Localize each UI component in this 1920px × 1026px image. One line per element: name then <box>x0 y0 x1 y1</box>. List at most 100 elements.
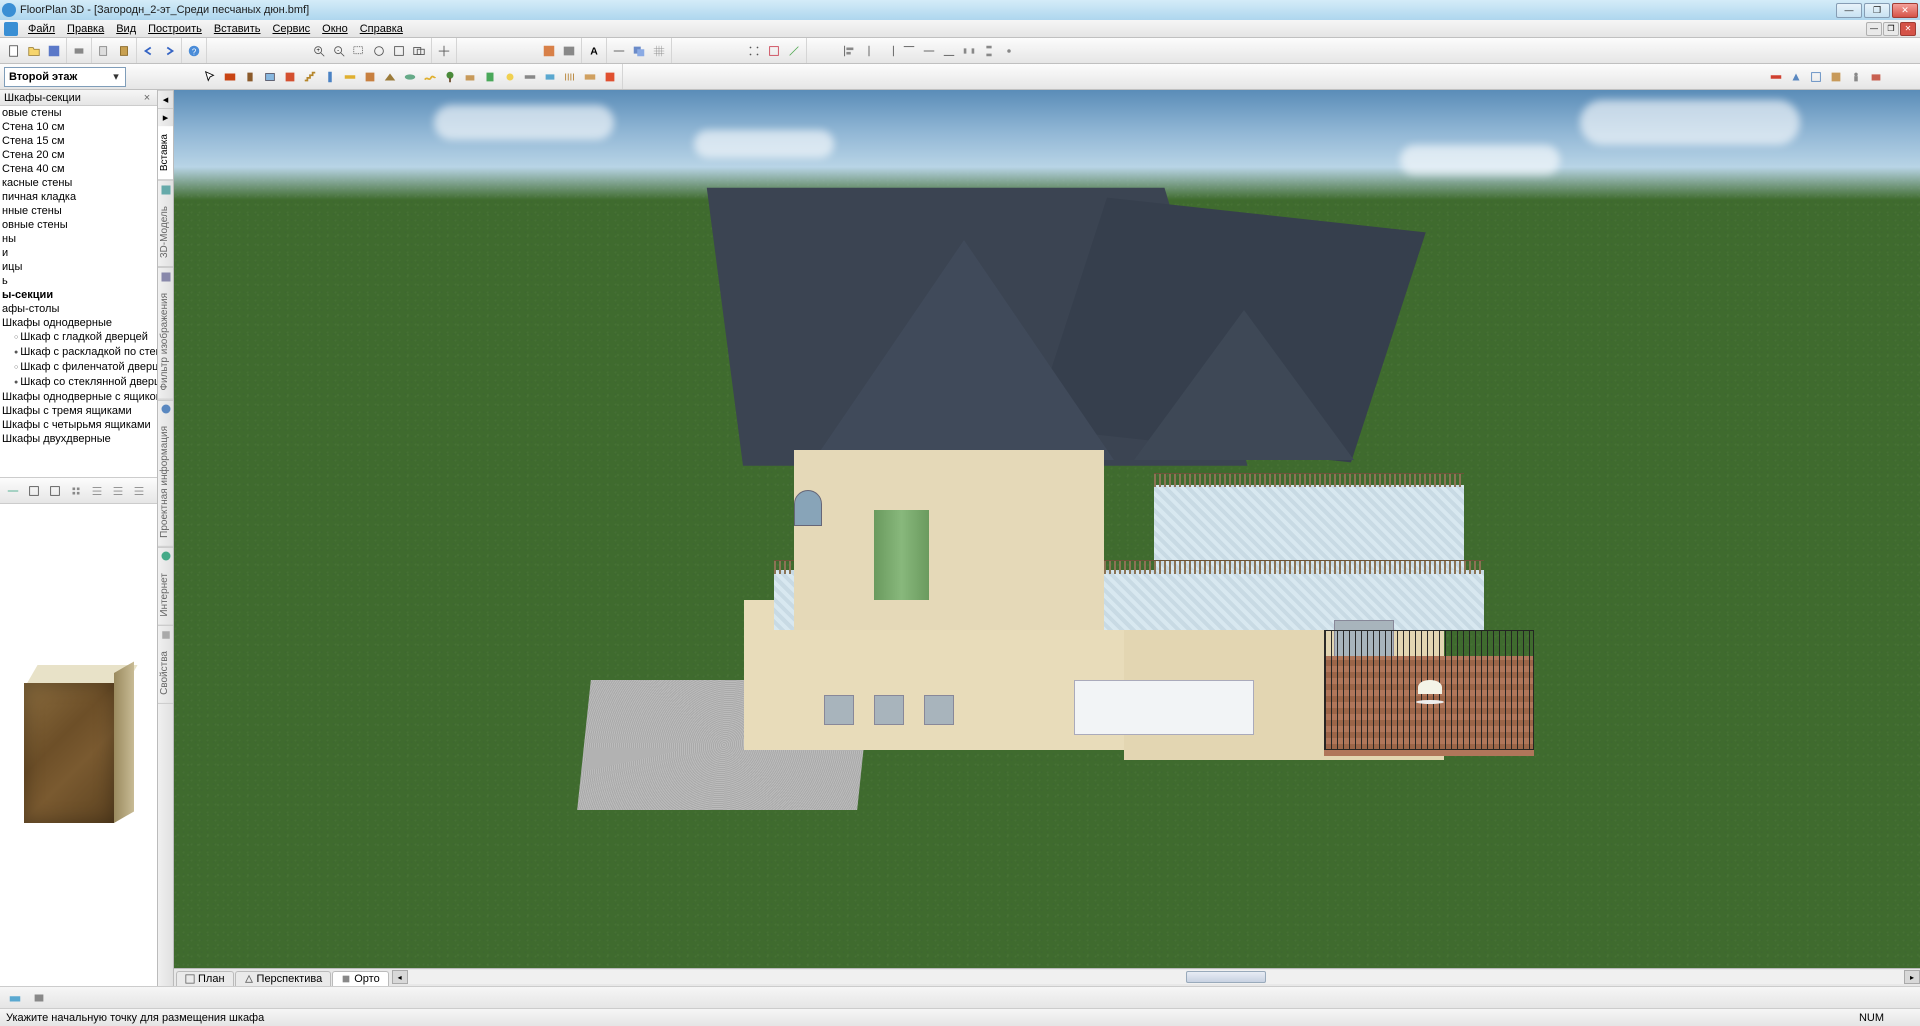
catalog-tool-7[interactable] <box>130 482 148 500</box>
view-elevation-button[interactable] <box>1807 68 1825 86</box>
snap-angle-button[interactable] <box>785 42 803 60</box>
menu-build[interactable]: Построить <box>142 22 208 36</box>
menu-help[interactable]: Справка <box>354 22 409 36</box>
catalog-item[interactable]: овные стены <box>0 218 157 232</box>
catalog-tool-5[interactable] <box>88 482 106 500</box>
catalog-item[interactable]: афы-столы <box>0 302 157 316</box>
wall-tool[interactable] <box>221 68 239 86</box>
mdi-minimize-button[interactable]: — <box>1866 22 1882 36</box>
terrain-tool[interactable] <box>421 68 439 86</box>
open-file-button[interactable] <box>25 42 43 60</box>
catalog-tree[interactable]: овые стеныСтена 10 смСтена 15 смСтена 20… <box>0 106 157 478</box>
menu-window[interactable]: Окно <box>316 22 354 36</box>
catalog-item[interactable]: Стена 20 см <box>0 148 157 162</box>
catalog-item[interactable]: Стена 40 см <box>0 162 157 176</box>
catalog-item[interactable]: касные стены <box>0 176 157 190</box>
catalog-item[interactable]: овые стены <box>0 106 157 120</box>
paste-button[interactable] <box>115 42 133 60</box>
minimize-button[interactable]: — <box>1836 3 1862 18</box>
view-plan-button[interactable] <box>1767 68 1785 86</box>
catalog-item[interactable]: Шкафы с тремя ящиками <box>0 404 157 418</box>
hscroll-left-arrow[interactable]: ◂ <box>392 970 408 984</box>
menu-file[interactable]: Файл <box>22 22 61 36</box>
opening-tool[interactable] <box>281 68 299 86</box>
light-tool[interactable] <box>501 68 519 86</box>
catalog-item[interactable]: Шкаф со стеклянной дверцей <box>0 375 157 390</box>
snap-object-button[interactable] <box>765 42 783 60</box>
view-3d-button[interactable] <box>1787 68 1805 86</box>
catalog-item[interactable]: ы-секции <box>0 288 157 302</box>
measure-tool[interactable] <box>341 68 359 86</box>
pan-button[interactable] <box>435 42 453 60</box>
tab-props-icon[interactable] <box>158 625 173 643</box>
help-button[interactable]: ? <box>185 42 203 60</box>
text-button[interactable]: A <box>585 42 603 60</box>
catalog-item[interactable]: Шкаф с раскладкой по стеклу <box>0 345 157 360</box>
grid-button[interactable] <box>650 42 668 60</box>
floor-selector[interactable]: Второй этаж ▾ <box>4 67 126 87</box>
catalog-item[interactable]: ицы <box>0 260 157 274</box>
distribute-v-button[interactable] <box>980 42 998 60</box>
maximize-button[interactable]: ❐ <box>1864 3 1890 18</box>
roof-tool[interactable] <box>381 68 399 86</box>
copy-button[interactable] <box>95 42 113 60</box>
tab-properties[interactable]: Свойства <box>158 643 173 704</box>
tab-3d-model[interactable]: 3D-Модель <box>158 198 173 267</box>
menu-view[interactable]: Вид <box>110 22 142 36</box>
tab-internet[interactable]: Интернет <box>158 565 173 626</box>
tab-filter[interactable]: Фильтр изображения <box>158 285 173 400</box>
cabinet-tool[interactable] <box>481 68 499 86</box>
undo-button[interactable] <box>140 42 158 60</box>
3d-viewport[interactable] <box>174 90 1920 968</box>
new-file-button[interactable] <box>5 42 23 60</box>
catalog-tool-3[interactable] <box>46 482 64 500</box>
catalog-item[interactable]: Стена 15 см <box>0 134 157 148</box>
menu-service[interactable]: Сервис <box>266 22 316 36</box>
tab-info-icon[interactable] <box>158 400 173 418</box>
bottom-tool-1[interactable] <box>6 989 24 1007</box>
viewport-tab-plan[interactable]: План <box>176 971 234 986</box>
slab-tool[interactable] <box>401 68 419 86</box>
furniture-tool[interactable] <box>461 68 479 86</box>
viewport-tab-perspective[interactable]: Перспектива <box>235 971 332 986</box>
menu-insert[interactable]: Вставить <box>208 22 267 36</box>
stairs-tool[interactable] <box>301 68 319 86</box>
room-tool[interactable] <box>361 68 379 86</box>
viewport-tab-ortho[interactable]: Орто <box>332 971 388 986</box>
print-button[interactable] <box>70 42 88 60</box>
hscroll-right-arrow[interactable]: ▸ <box>1904 970 1920 984</box>
catalog-tool-1[interactable] <box>4 482 22 500</box>
hscroll-thumb[interactable] <box>1186 971 1266 983</box>
pool-tool[interactable] <box>541 68 559 86</box>
fence-tool[interactable] <box>561 68 579 86</box>
catalog-item[interactable]: Шкафы двухдверные <box>0 432 157 446</box>
snap-grid-button[interactable] <box>745 42 763 60</box>
catalog-item[interactable]: Шкафы с четырьмя ящиками <box>0 418 157 432</box>
zoom-window-button[interactable] <box>350 42 368 60</box>
plant-tool[interactable] <box>441 68 459 86</box>
redo-button[interactable] <box>160 42 178 60</box>
dimension-button[interactable] <box>610 42 628 60</box>
zoom-extents-button[interactable] <box>370 42 388 60</box>
align-center-h-button[interactable] <box>860 42 878 60</box>
catalog-item[interactable]: Шкафы однодверные <box>0 316 157 330</box>
symbol-tool[interactable] <box>601 68 619 86</box>
align-left-button[interactable] <box>840 42 858 60</box>
catalog-item[interactable]: ь <box>0 274 157 288</box>
catalog-item[interactable]: и <box>0 246 157 260</box>
save-file-button[interactable] <box>45 42 63 60</box>
catalog-item[interactable]: Стена 10 см <box>0 120 157 134</box>
view-section-button[interactable] <box>1827 68 1845 86</box>
mdi-close-button[interactable]: ✕ <box>1900 22 1916 36</box>
deck-tool[interactable] <box>581 68 599 86</box>
catalog-item[interactable]: Шкаф с филенчатой дверцей <box>0 360 157 375</box>
door-tool[interactable] <box>241 68 259 86</box>
tab-filter-icon[interactable] <box>158 267 173 285</box>
catalog-panel-close[interactable]: × <box>141 92 153 104</box>
render-settings-button[interactable] <box>560 42 578 60</box>
tab-3d-icon[interactable] <box>158 180 173 198</box>
pointer-tool[interactable] <box>201 68 219 86</box>
path-tool[interactable] <box>521 68 539 86</box>
align-bottom-button[interactable] <box>940 42 958 60</box>
close-button[interactable]: ✕ <box>1892 3 1918 18</box>
